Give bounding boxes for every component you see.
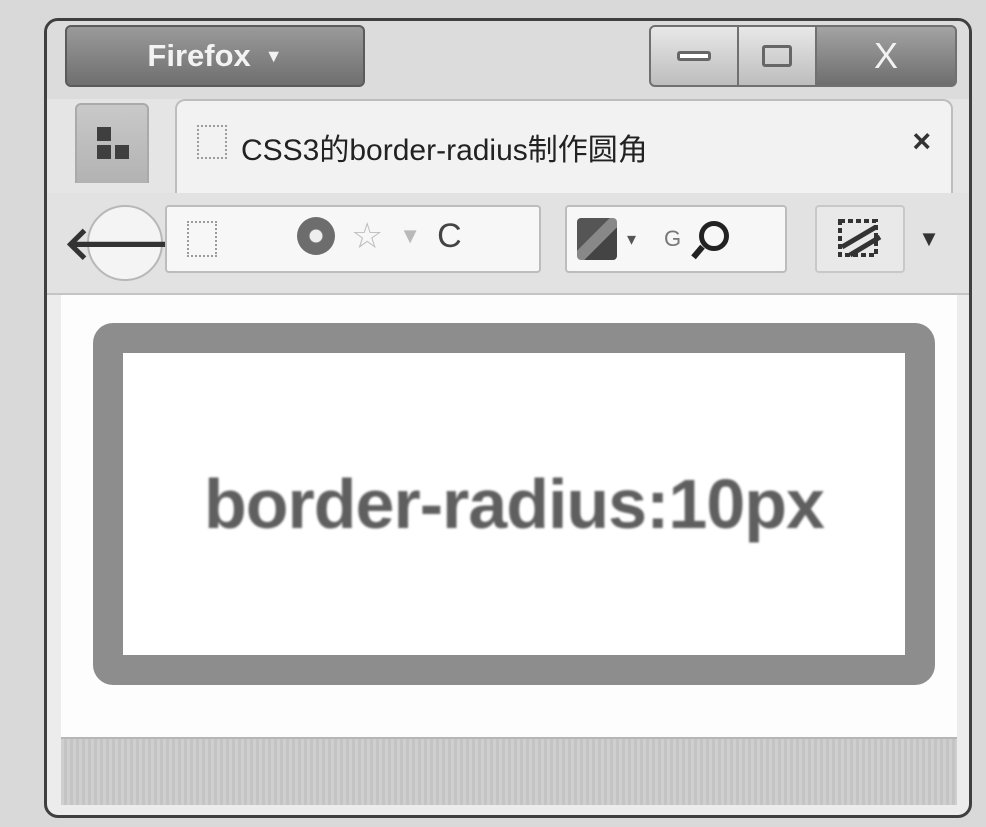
addon-button[interactable] — [815, 205, 905, 273]
star-icon[interactable]: ☆ — [351, 215, 383, 257]
demo-text: border-radius:10px — [204, 465, 825, 543]
grid-icon — [97, 127, 131, 161]
restore-icon — [762, 45, 792, 67]
chevron-down-icon: ▾ — [627, 228, 637, 249]
tab-active[interactable]: CSS3的border-radius制作圆角 × — [175, 99, 953, 193]
rounded-border-box: border-radius:10px — [93, 323, 935, 685]
reload-icon[interactable]: C — [437, 217, 462, 256]
toolbar-menu-button[interactable]: ▼ — [909, 205, 949, 273]
page-icon — [197, 125, 227, 159]
browser-window: Firefox ▼ X CSS3的border-radius制作圆角 × 🡐 ☆… — [44, 18, 972, 818]
tab-title: CSS3的border-radius制作圆角 — [241, 134, 648, 167]
close-window-button[interactable]: X — [817, 25, 957, 87]
page-content: border-radius:10px — [61, 295, 957, 737]
search-bar[interactable]: ▾ G — [565, 205, 787, 273]
url-bar[interactable]: ☆ ▼ C — [165, 205, 541, 273]
status-bar — [61, 737, 957, 805]
tab-groups-button[interactable] — [75, 103, 149, 183]
chevron-down-icon: ▼ — [918, 226, 940, 251]
title-bar: Firefox ▼ X — [47, 21, 969, 99]
minimize-button[interactable] — [649, 25, 739, 87]
tab-strip: CSS3的border-radius制作圆角 × — [47, 99, 969, 193]
firefox-menu-button[interactable]: Firefox ▼ — [65, 25, 365, 87]
back-button[interactable]: 🡐 — [63, 205, 187, 281]
addon-icon — [838, 219, 882, 258]
magnifier-icon[interactable] — [691, 219, 730, 259]
window-controls: X — [649, 25, 957, 89]
tab-close-button[interactable]: × — [912, 123, 931, 160]
restore-button[interactable] — [739, 25, 817, 87]
close-icon: X — [873, 35, 898, 76]
navigation-toolbar: 🡐 ☆ ▼ C ▾ G ▼ — [47, 193, 969, 295]
search-engine-icon[interactable] — [577, 218, 617, 260]
firefox-menu-label: Firefox — [147, 38, 251, 73]
chevron-down-icon: ▼ — [264, 45, 283, 66]
history-dropdown-icon[interactable]: ▼ — [399, 223, 421, 249]
minimize-icon — [677, 51, 711, 61]
search-input[interactable]: G — [664, 226, 681, 252]
url-bar-icons: ☆ ▼ C — [297, 215, 462, 257]
globe-icon[interactable] — [297, 217, 335, 255]
site-identity-icon[interactable] — [187, 221, 217, 257]
